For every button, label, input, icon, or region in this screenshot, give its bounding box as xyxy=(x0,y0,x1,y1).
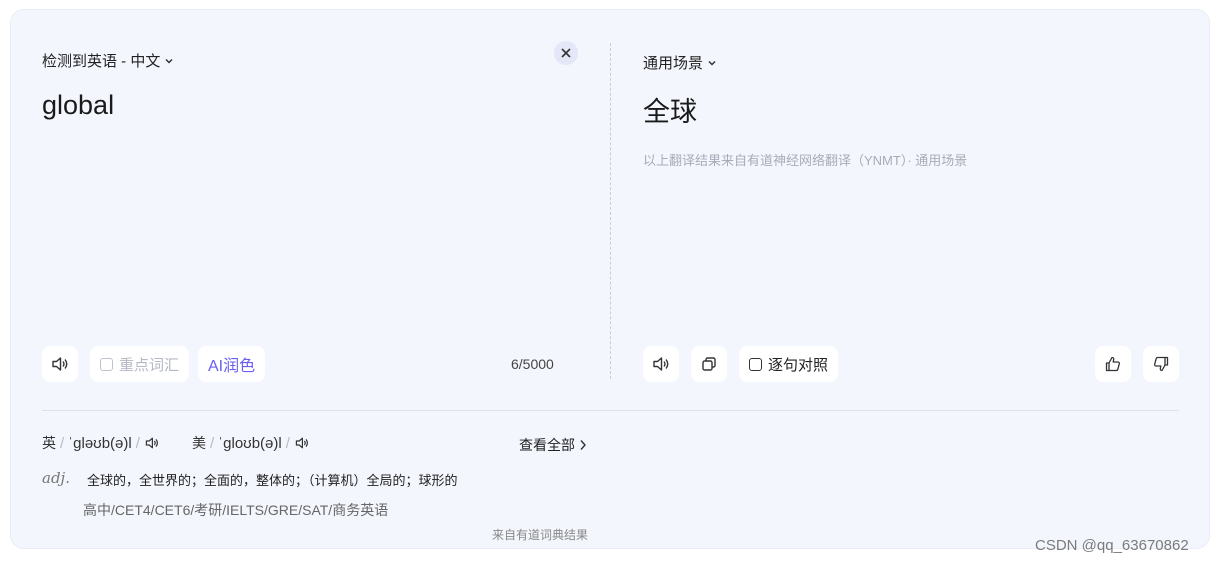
slash: / xyxy=(135,434,140,452)
speaker-icon[interactable] xyxy=(144,435,160,451)
translation-output: 全球 xyxy=(643,97,697,127)
copy-icon xyxy=(702,357,716,371)
chevron-down-icon xyxy=(708,60,716,66)
dictionary-source: 来自有道词典结果 xyxy=(492,528,589,542)
language-detect-label: 检测到英语 - 中文 xyxy=(42,53,161,70)
target-speak-button[interactable] xyxy=(643,346,679,382)
source-speak-button[interactable] xyxy=(42,346,78,382)
slash: / xyxy=(60,434,65,452)
thumbs-up-icon xyxy=(1105,356,1121,372)
exam-tags: 高中/CET4/CET6/考研/IELTS/GRE/SAT/商务英语 xyxy=(83,502,389,518)
copy-button[interactable] xyxy=(691,346,727,382)
sentence-align-label: 逐句对照 xyxy=(768,356,829,374)
key-words-label: 重点词汇 xyxy=(119,356,180,374)
definition: 全球的，全世界的；全面的，整体的；（计算机）全局的；球形的 xyxy=(87,473,458,488)
character-counter: 6/5000 xyxy=(511,356,554,372)
key-words-checkbox[interactable] xyxy=(100,357,113,371)
close-icon xyxy=(561,48,571,58)
ai-polish-button[interactable]: AI润色 xyxy=(198,346,266,382)
uk-pronunciation: 英 / ˈɡləʊb(ə)l / xyxy=(42,433,160,453)
section-divider xyxy=(42,410,1179,411)
thumbs-up-button[interactable] xyxy=(1095,346,1131,382)
part-of-speech: adj. xyxy=(42,469,70,487)
chevron-right-icon xyxy=(580,440,586,450)
sentence-align-checkbox[interactable] xyxy=(749,357,762,371)
slash: / xyxy=(285,434,290,452)
scene-label: 通用场景 xyxy=(643,55,704,72)
translation-attribution: 以上翻译结果来自有道神经网络翻译（YNMT）· 通用场景 xyxy=(643,153,968,168)
us-pronunciation: 美 / ˈɡloʊb(ə)l / xyxy=(192,433,310,453)
chevron-down-icon xyxy=(165,58,173,64)
scene-dropdown[interactable]: 通用场景 xyxy=(643,52,717,73)
uk-phonetic: ˈɡləʊb(ə)l xyxy=(68,434,132,452)
language-detect-dropdown[interactable]: 检测到英语 - 中文 xyxy=(42,50,174,71)
uk-label: 英 xyxy=(42,435,56,451)
panel-divider xyxy=(610,43,611,379)
view-all-link[interactable]: 查看全部 xyxy=(519,435,587,455)
thumbs-down-icon xyxy=(1153,356,1169,372)
speaker-icon[interactable] xyxy=(294,435,310,451)
ai-polish-label: AI润色 xyxy=(208,358,256,375)
speaker-icon xyxy=(52,357,68,371)
thumbs-down-button[interactable] xyxy=(1143,346,1179,382)
clear-input-button[interactable] xyxy=(554,41,578,65)
source-text-input[interactable]: global xyxy=(42,90,114,121)
slash: / xyxy=(210,434,215,452)
translation-card: 检测到英语 - 中文 global 重点词汇 AI润色 6/5000 通用场景 … xyxy=(10,9,1210,549)
watermark: CSDN @qq_63670862 xyxy=(1035,537,1189,554)
us-label: 美 xyxy=(192,435,206,451)
us-phonetic: ˈɡloʊb(ə)l xyxy=(218,434,282,452)
sentence-align-toggle[interactable]: 逐句对照 xyxy=(739,346,839,382)
view-all-label: 查看全部 xyxy=(519,437,575,453)
speaker-icon xyxy=(653,357,669,371)
key-words-toggle[interactable]: 重点词汇 xyxy=(90,346,190,382)
